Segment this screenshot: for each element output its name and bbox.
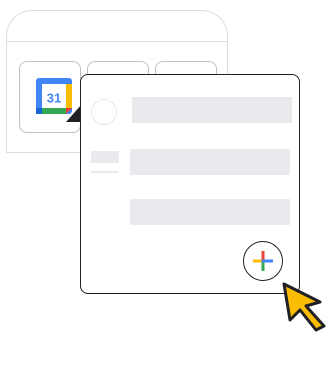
- avatar-placeholder: [91, 99, 117, 125]
- browser-bottom-edge: [7, 152, 81, 153]
- calendar-day-number: 31: [47, 91, 61, 106]
- calendar-popup-panel: [80, 74, 300, 294]
- add-event-button[interactable]: [243, 241, 283, 281]
- placeholder-bar: [130, 199, 290, 225]
- placeholder-chip: [91, 151, 119, 163]
- cursor-arrow-icon: [282, 282, 326, 332]
- placeholder-bar: [130, 149, 290, 175]
- plus-icon: [253, 251, 273, 271]
- placeholder-bar: [132, 97, 292, 123]
- browser-toolbar-divider: [7, 41, 227, 42]
- placeholder-line: [91, 171, 119, 173]
- calendar-tab[interactable]: 31: [19, 61, 81, 133]
